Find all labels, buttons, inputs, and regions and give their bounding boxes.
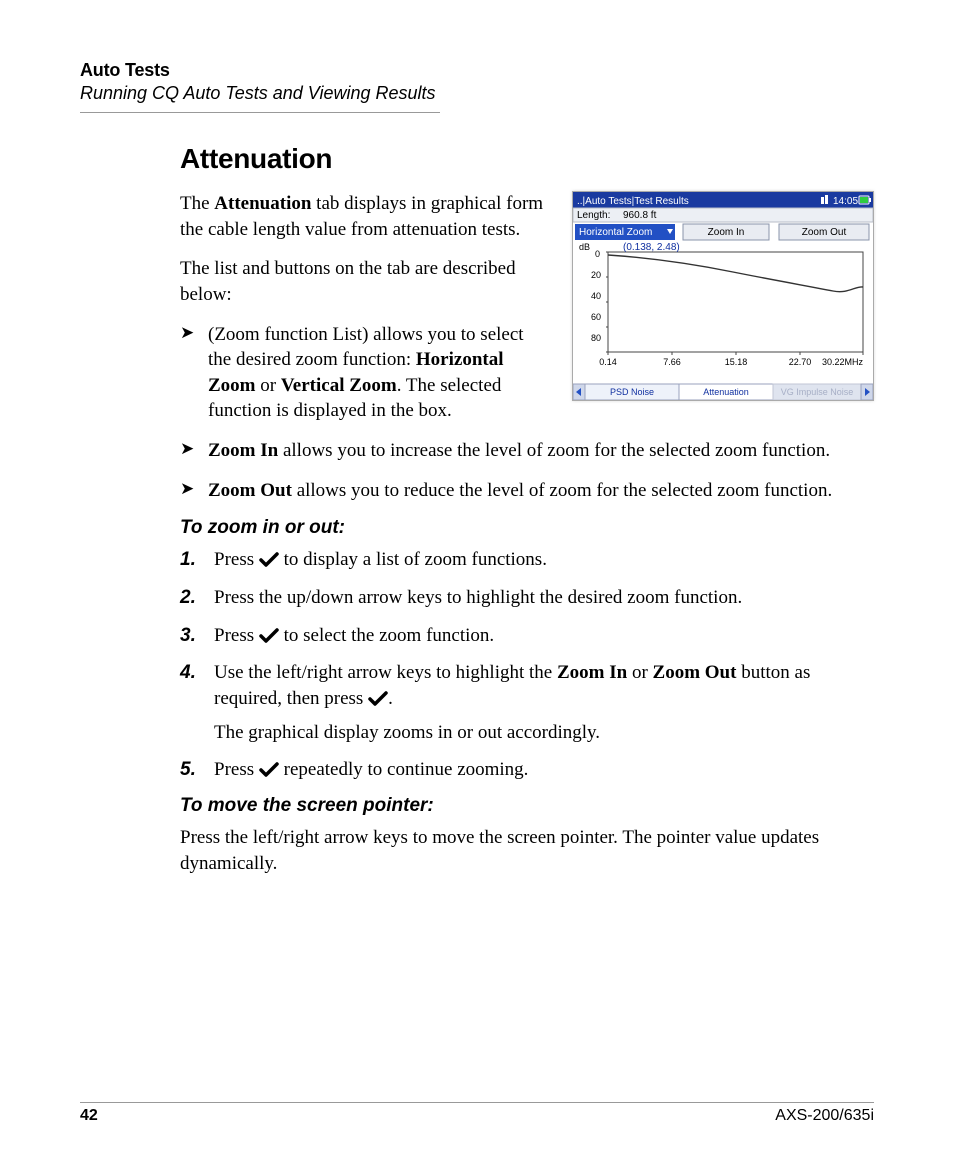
check-icon	[259, 628, 279, 644]
y-tick-4: 80	[591, 333, 601, 343]
intro-p2: The list and buttons on the tab are desc…	[180, 256, 550, 307]
chapter-title: Auto Tests	[80, 60, 874, 81]
text: allows you to reduce the level of zoom f…	[292, 480, 832, 501]
text: Press	[214, 625, 259, 646]
bold-term: Zoom In	[557, 662, 627, 683]
bullet-zoom-list: (Zoom function List) allows you to selec…	[180, 322, 550, 425]
page-number: 42	[80, 1107, 98, 1125]
running-head: Auto Tests Running CQ Auto Tests and Vie…	[80, 60, 874, 113]
step-4-extra: The graphical display zooms in or out ac…	[214, 720, 874, 746]
text: .	[388, 688, 393, 709]
procedure-title-pointer: To move the screen pointer:	[180, 795, 874, 817]
procedure-title-zoom: To zoom in or out:	[180, 517, 874, 539]
pointer-readout: (0.138, 2.48)	[623, 242, 680, 253]
y-unit: dB	[579, 242, 590, 252]
battery-icon	[859, 196, 871, 204]
model-number: AXS-200/635i	[775, 1107, 874, 1125]
step-5: 5. Press repeatedly to continue zooming.	[180, 757, 874, 783]
check-icon	[259, 552, 279, 568]
length-row	[573, 208, 873, 222]
text: Use the left/right arrow keys to highlig…	[214, 662, 557, 683]
x-tick-0: 0.14	[599, 357, 617, 367]
step-2: 2. Press the up/down arrow keys to highl…	[180, 585, 874, 611]
page-footer: 42 AXS-200/635i	[80, 1102, 874, 1125]
check-icon	[259, 762, 279, 778]
step-4: 4. Use the left/right arrow keys to high…	[180, 660, 874, 745]
section-title: Running CQ Auto Tests and Viewing Result…	[80, 83, 874, 104]
text: or	[256, 375, 281, 396]
zoom-out-label: Zoom Out	[802, 227, 847, 238]
bullet-zoom-in: Zoom In allows you to increase the level…	[180, 438, 874, 464]
x-tick-2: 15.18	[725, 357, 748, 367]
text: The	[180, 193, 214, 214]
plot: dB 0 20 40 60 80	[573, 242, 873, 370]
text: repeatedly to continue zooming.	[279, 759, 529, 780]
length-label: Length:	[577, 210, 610, 221]
tab-vf-impulse-label: VG Impulse Noise	[781, 387, 854, 397]
length-value: 960.8 ft	[623, 210, 657, 221]
bold-term: Zoom In	[208, 440, 278, 461]
text: allows you to increase the level of zoom…	[278, 440, 830, 461]
breadcrumb: ..|Auto Tests|Test Results	[577, 196, 689, 207]
zoom-in-label: Zoom In	[708, 227, 745, 238]
toolbar: Horizontal Zoom Zoom In Zoom Out	[575, 224, 869, 240]
text: Press the up/down arrow keys to highligh…	[214, 587, 742, 608]
text: to select the zoom function.	[279, 625, 494, 646]
bullet-zoom-out: Zoom Out allows you to reduce the level …	[180, 478, 874, 504]
y-tick-1: 20	[591, 270, 601, 280]
intro-p1: The Attenuation tab displays in graphica…	[180, 191, 550, 242]
bold-term: Vertical Zoom	[281, 375, 397, 396]
content: Attenuation The Attenuation tab displays…	[180, 143, 874, 876]
y-tick-0: 0	[595, 249, 600, 259]
step-3: 3. Press to select the zoom function.	[180, 623, 874, 649]
bold-term: Attenuation	[214, 193, 311, 214]
device-screenshot: ..|Auto Tests|Test Results 14:05	[572, 191, 874, 406]
device-screenshot-svg: ..|Auto Tests|Test Results 14:05	[572, 191, 874, 401]
text: or	[627, 662, 652, 683]
bold-term: Zoom Out	[653, 662, 737, 683]
document-page: Auto Tests Running CQ Auto Tests and Vie…	[0, 0, 954, 1159]
y-tick-2: 40	[591, 291, 601, 301]
procedure-pointer-body: Press the left/right arrow keys to move …	[180, 825, 874, 876]
text: Press	[214, 549, 259, 570]
clock: 14:05	[833, 196, 858, 207]
x-tick-4: 30.22MHz	[822, 357, 864, 367]
step-1: 1. Press to display a list of zoom funct…	[180, 547, 874, 573]
tab-psd-noise-label: PSD Noise	[610, 387, 654, 397]
x-tick-3: 22.70	[789, 357, 812, 367]
header-rule	[80, 112, 440, 113]
x-tick-1: 7.66	[663, 357, 681, 367]
zoom-select-label: Horizontal Zoom	[579, 227, 652, 238]
bold-term: Zoom Out	[208, 480, 292, 501]
tab-attenuation-label: Attenuation	[703, 387, 749, 397]
page-title: Attenuation	[180, 143, 874, 175]
text: Press	[214, 759, 259, 780]
y-tick-3: 60	[591, 312, 601, 322]
device-tabs: PSD Noise Attenuation VG Impulse Noise	[573, 384, 873, 400]
intro-and-first-bullet: The Attenuation tab displays in graphica…	[180, 191, 550, 438]
check-icon	[368, 691, 388, 707]
text: to display a list of zoom functions.	[279, 549, 547, 570]
